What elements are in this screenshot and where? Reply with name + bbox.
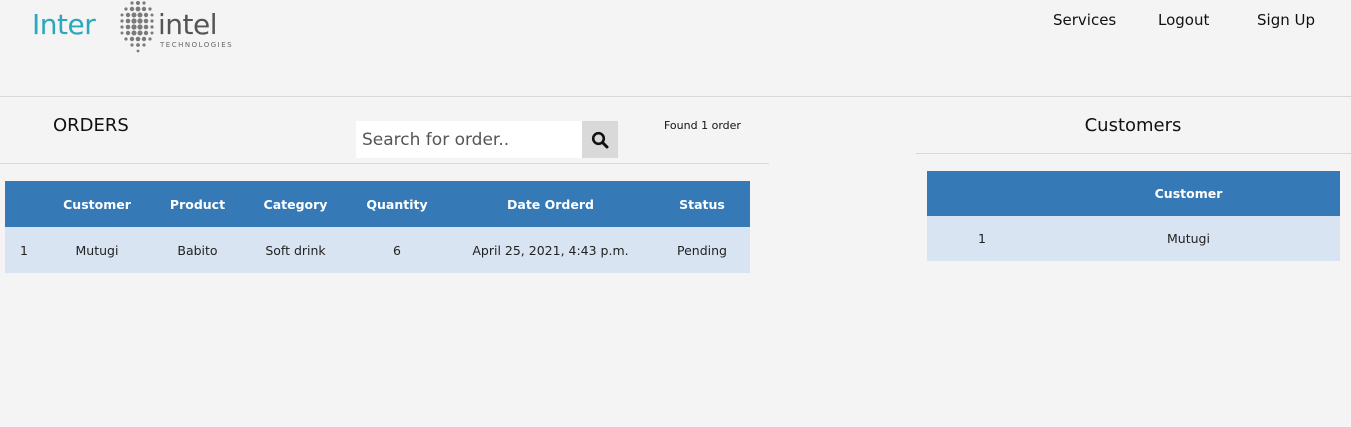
- results-count: Found 1 order: [664, 119, 741, 132]
- cell-customer: Mutugi: [1037, 216, 1340, 261]
- column-header-index[interactable]: [927, 171, 1037, 216]
- cell-product: Babito: [151, 227, 244, 273]
- cell-index: 1: [927, 216, 1037, 261]
- order-search-input[interactable]: [356, 121, 582, 158]
- logo-text-intel: intel: [158, 8, 218, 41]
- logo-tagline: TECHNOLOGIES: [160, 41, 234, 49]
- brand-logo[interactable]: Inter intel TECHNOLOGIES: [32, 0, 242, 56]
- cell-customer: Mutugi: [43, 227, 151, 273]
- nav-services-link[interactable]: Services: [1053, 11, 1116, 29]
- orders-divider: [0, 163, 769, 164]
- order-search: [356, 121, 618, 158]
- column-header-date-ordered[interactable]: Date Orderd: [447, 181, 654, 227]
- orders-header-row: Customer Product Category Quantity Date …: [5, 181, 750, 227]
- cell-date-ordered: April 25, 2021, 4:43 p.m.: [447, 227, 654, 273]
- search-icon: [591, 131, 609, 148]
- column-header-status[interactable]: Status: [654, 181, 750, 227]
- column-header-product[interactable]: Product: [151, 181, 244, 227]
- customers-table: Customer 1 Mutugi: [927, 171, 1340, 261]
- table-row[interactable]: 1 Mutugi: [927, 216, 1340, 261]
- column-header-index[interactable]: [5, 181, 43, 227]
- customers-header-row: Customer: [927, 171, 1340, 216]
- header-divider: [0, 96, 1351, 97]
- column-header-category[interactable]: Category: [244, 181, 347, 227]
- cell-category: Soft drink: [244, 227, 347, 273]
- cell-index: 1: [5, 227, 43, 273]
- nav-signup-link[interactable]: Sign Up: [1257, 11, 1315, 29]
- search-button[interactable]: [582, 121, 618, 158]
- column-header-customer[interactable]: Customer: [1037, 171, 1340, 216]
- column-header-quantity[interactable]: Quantity: [347, 181, 447, 227]
- orders-table: Customer Product Category Quantity Date …: [5, 181, 750, 273]
- logo-text-inter: Inter: [32, 8, 96, 41]
- column-header-customer[interactable]: Customer: [43, 181, 151, 227]
- orders-title: ORDERS: [53, 115, 129, 136]
- table-row[interactable]: 1 Mutugi Babito Soft drink 6 April 25, 2…: [5, 227, 750, 273]
- cell-quantity: 6: [347, 227, 447, 273]
- logo-dots-icon: [120, 1, 154, 53]
- customers-title: Customers: [1084, 115, 1182, 136]
- cell-status: Pending: [654, 227, 750, 273]
- customers-divider: [916, 153, 1351, 154]
- nav-logout-link[interactable]: Logout: [1158, 11, 1209, 29]
